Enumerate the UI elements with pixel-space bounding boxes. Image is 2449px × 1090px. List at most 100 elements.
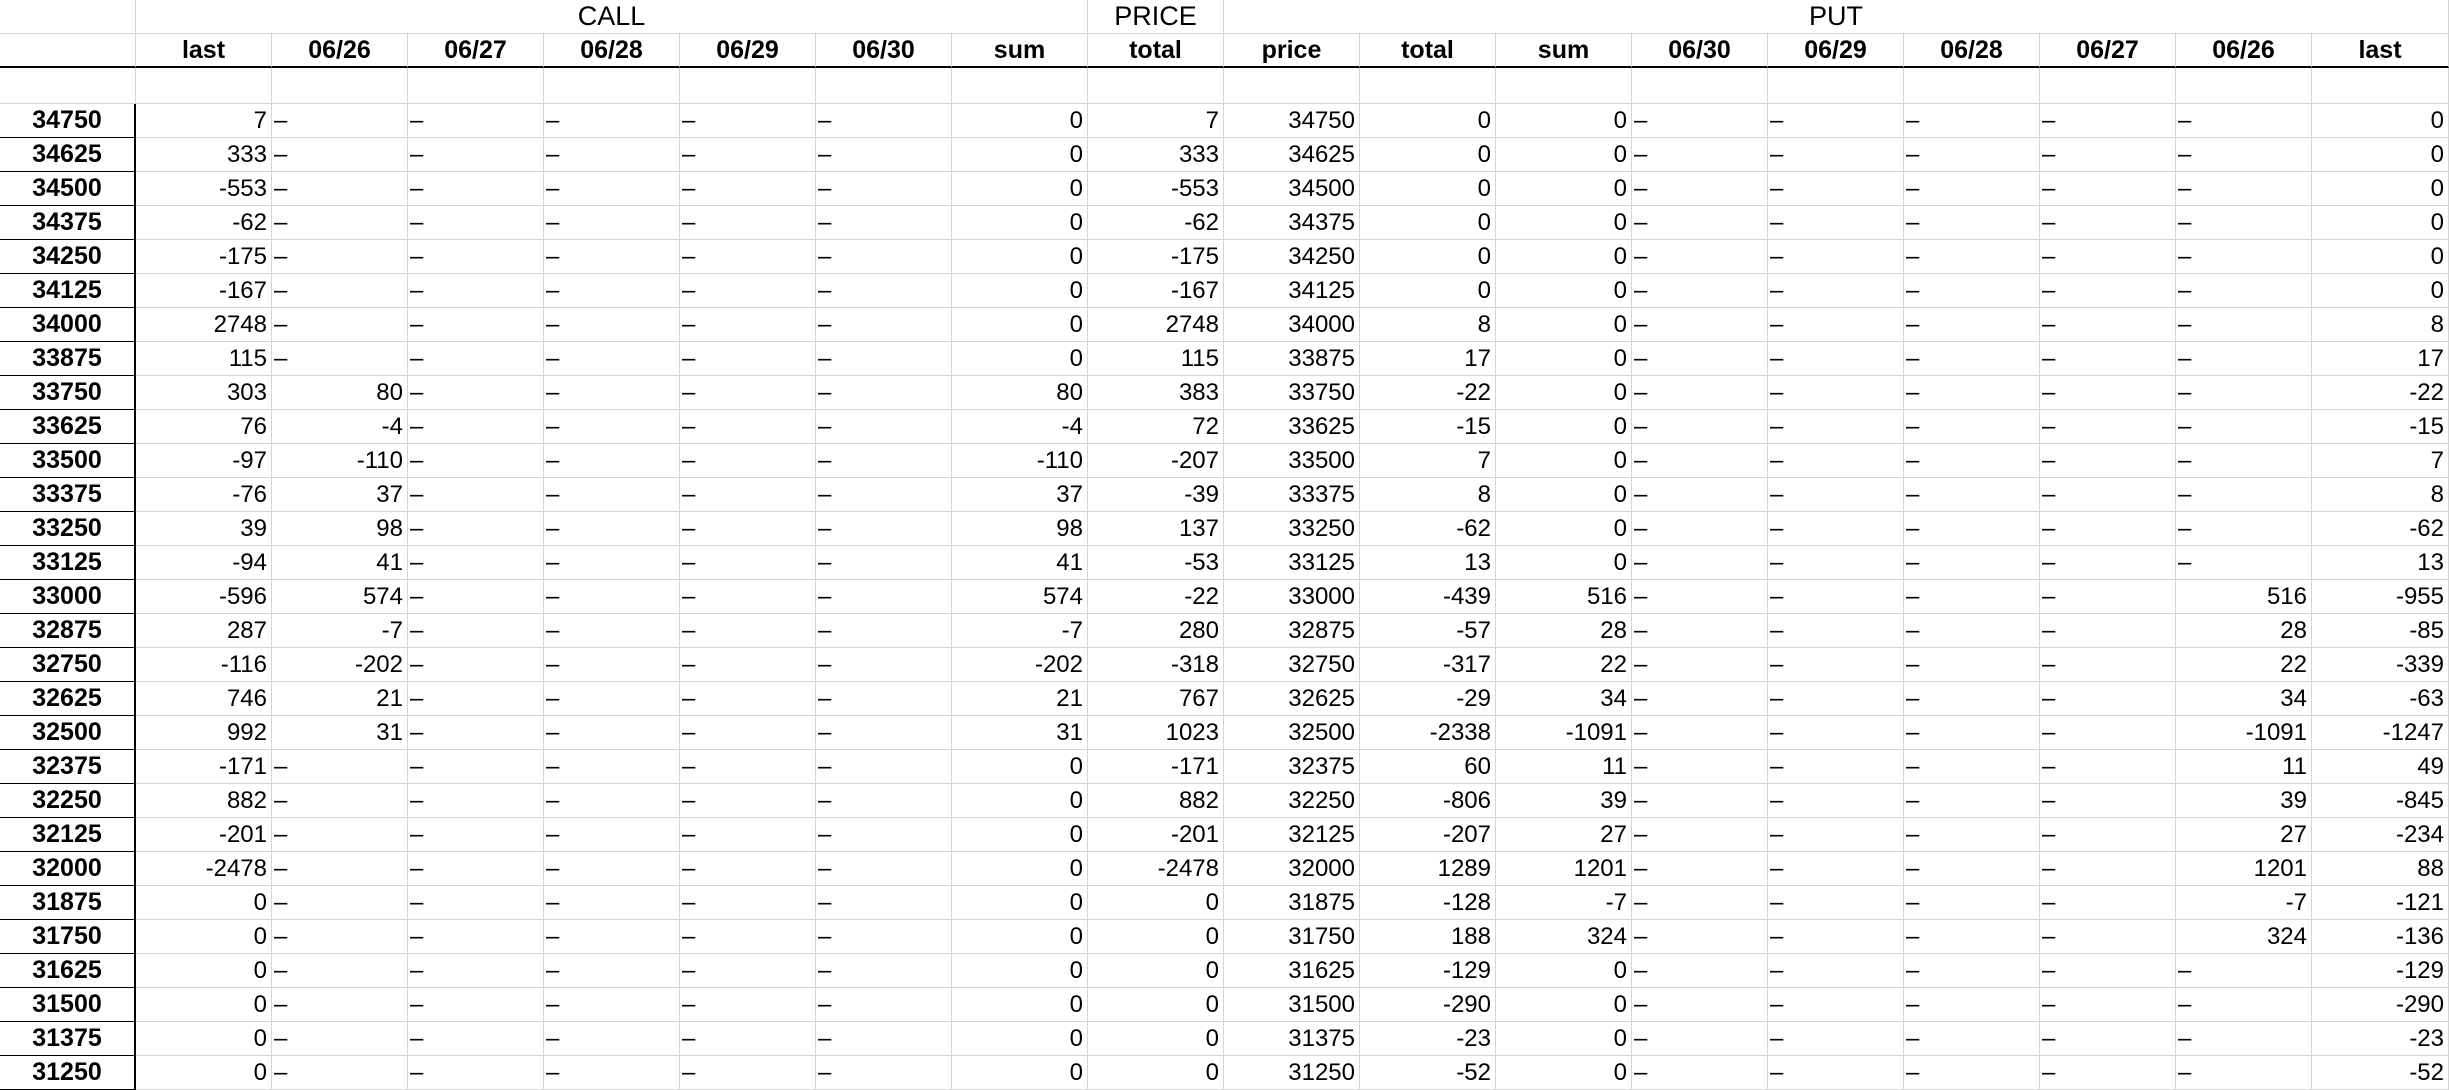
- table-cell[interactable]: –: [2040, 648, 2176, 682]
- table-cell[interactable]: –: [2040, 308, 2176, 342]
- table-cell[interactable]: –: [1904, 614, 2040, 648]
- table-cell[interactable]: 7: [1088, 104, 1224, 138]
- table-cell[interactable]: –: [408, 410, 544, 444]
- table-cell[interactable]: 31750: [1224, 920, 1360, 954]
- table-cell[interactable]: –: [1768, 206, 1904, 240]
- table-cell[interactable]: -175: [1088, 240, 1224, 274]
- table-cell[interactable]: 0: [952, 138, 1088, 172]
- table-cell[interactable]: –: [2176, 478, 2312, 512]
- table-cell[interactable]: –: [816, 138, 952, 172]
- row-header[interactable]: 34500: [0, 172, 136, 206]
- table-cell[interactable]: –: [544, 444, 680, 478]
- table-cell[interactable]: -15: [1360, 410, 1496, 444]
- blank-cell[interactable]: [1496, 68, 1632, 104]
- table-cell[interactable]: –: [408, 104, 544, 138]
- table-cell[interactable]: –: [1768, 784, 1904, 818]
- table-cell[interactable]: -52: [1360, 1056, 1496, 1090]
- table-cell[interactable]: –: [2176, 376, 2312, 410]
- table-cell[interactable]: 0: [1496, 512, 1632, 546]
- table-cell[interactable]: –: [816, 886, 952, 920]
- table-cell[interactable]: –: [1904, 716, 2040, 750]
- row-header[interactable]: 34625: [0, 138, 136, 172]
- table-cell[interactable]: –: [2040, 1022, 2176, 1056]
- table-cell[interactable]: 60: [1360, 750, 1496, 784]
- table-cell[interactable]: 8: [1360, 478, 1496, 512]
- table-cell[interactable]: 33500: [1224, 444, 1360, 478]
- table-cell[interactable]: 0: [952, 818, 1088, 852]
- table-cell[interactable]: 39: [2176, 784, 2312, 818]
- table-cell[interactable]: –: [2040, 580, 2176, 614]
- table-cell[interactable]: –: [1768, 580, 1904, 614]
- table-cell[interactable]: –: [816, 784, 952, 818]
- table-cell[interactable]: –: [544, 546, 680, 580]
- table-cell[interactable]: 0: [1496, 410, 1632, 444]
- table-cell[interactable]: –: [680, 988, 816, 1022]
- table-cell[interactable]: -85: [2312, 614, 2449, 648]
- table-cell[interactable]: –: [2040, 376, 2176, 410]
- table-cell[interactable]: -4: [952, 410, 1088, 444]
- table-cell[interactable]: 0: [952, 784, 1088, 818]
- table-cell[interactable]: –: [1768, 818, 1904, 852]
- table-cell[interactable]: 27: [1496, 818, 1632, 852]
- row-header[interactable]: 33625: [0, 410, 136, 444]
- table-cell[interactable]: 31875: [1224, 886, 1360, 920]
- table-cell[interactable]: –: [1768, 920, 1904, 954]
- table-cell[interactable]: –: [272, 988, 408, 1022]
- table-cell[interactable]: 0: [1496, 206, 1632, 240]
- table-cell[interactable]: –: [2040, 444, 2176, 478]
- table-cell[interactable]: 39: [1496, 784, 1632, 818]
- table-cell[interactable]: –: [1768, 308, 1904, 342]
- table-cell[interactable]: -29: [1360, 682, 1496, 716]
- table-cell[interactable]: –: [544, 138, 680, 172]
- table-cell[interactable]: –: [1904, 1022, 2040, 1056]
- table-cell[interactable]: 37: [272, 478, 408, 512]
- table-cell[interactable]: –: [408, 988, 544, 1022]
- table-cell[interactable]: –: [408, 614, 544, 648]
- table-cell[interactable]: -207: [1360, 818, 1496, 852]
- table-cell[interactable]: 2748: [136, 308, 272, 342]
- row-header[interactable]: 33250: [0, 512, 136, 546]
- table-cell[interactable]: 34375: [1224, 206, 1360, 240]
- table-cell[interactable]: -39: [1088, 478, 1224, 512]
- row-header[interactable]: 34000: [0, 308, 136, 342]
- table-cell[interactable]: –: [1632, 614, 1768, 648]
- table-cell[interactable]: –: [1904, 784, 2040, 818]
- table-cell[interactable]: –: [816, 478, 952, 512]
- table-cell[interactable]: –: [1904, 852, 2040, 886]
- row-header[interactable]: 32750: [0, 648, 136, 682]
- table-cell[interactable]: 0: [2312, 274, 2449, 308]
- table-cell[interactable]: –: [1904, 240, 2040, 274]
- table-cell[interactable]: -110: [272, 444, 408, 478]
- table-cell[interactable]: –: [272, 818, 408, 852]
- table-cell[interactable]: 0: [952, 988, 1088, 1022]
- table-cell[interactable]: –: [1768, 138, 1904, 172]
- table-cell[interactable]: 28: [2176, 614, 2312, 648]
- table-cell[interactable]: –: [680, 308, 816, 342]
- table-cell[interactable]: –: [2040, 342, 2176, 376]
- table-cell[interactable]: –: [1632, 376, 1768, 410]
- table-cell[interactable]: –: [1768, 444, 1904, 478]
- table-cell[interactable]: -62: [1360, 512, 1496, 546]
- table-cell[interactable]: –: [2040, 1056, 2176, 1090]
- table-cell[interactable]: 324: [1496, 920, 1632, 954]
- table-cell[interactable]: -52: [2312, 1056, 2449, 1090]
- table-cell[interactable]: -62: [2312, 512, 2449, 546]
- table-cell[interactable]: 0: [1496, 954, 1632, 988]
- table-cell[interactable]: –: [2176, 138, 2312, 172]
- table-cell[interactable]: 287: [136, 614, 272, 648]
- table-cell[interactable]: –: [816, 716, 952, 750]
- table-cell[interactable]: 115: [1088, 342, 1224, 376]
- table-cell[interactable]: 0: [2312, 240, 2449, 274]
- table-cell[interactable]: –: [816, 614, 952, 648]
- table-cell[interactable]: –: [272, 274, 408, 308]
- table-cell[interactable]: -207: [1088, 444, 1224, 478]
- blank-cell[interactable]: [136, 68, 272, 104]
- blank-cell[interactable]: [2312, 68, 2449, 104]
- table-cell[interactable]: -7: [1496, 886, 1632, 920]
- table-cell[interactable]: –: [2176, 206, 2312, 240]
- row-header[interactable]: 34375: [0, 206, 136, 240]
- table-cell[interactable]: –: [2040, 818, 2176, 852]
- table-cell[interactable]: –: [1632, 274, 1768, 308]
- table-cell[interactable]: –: [544, 206, 680, 240]
- table-cell[interactable]: –: [272, 852, 408, 886]
